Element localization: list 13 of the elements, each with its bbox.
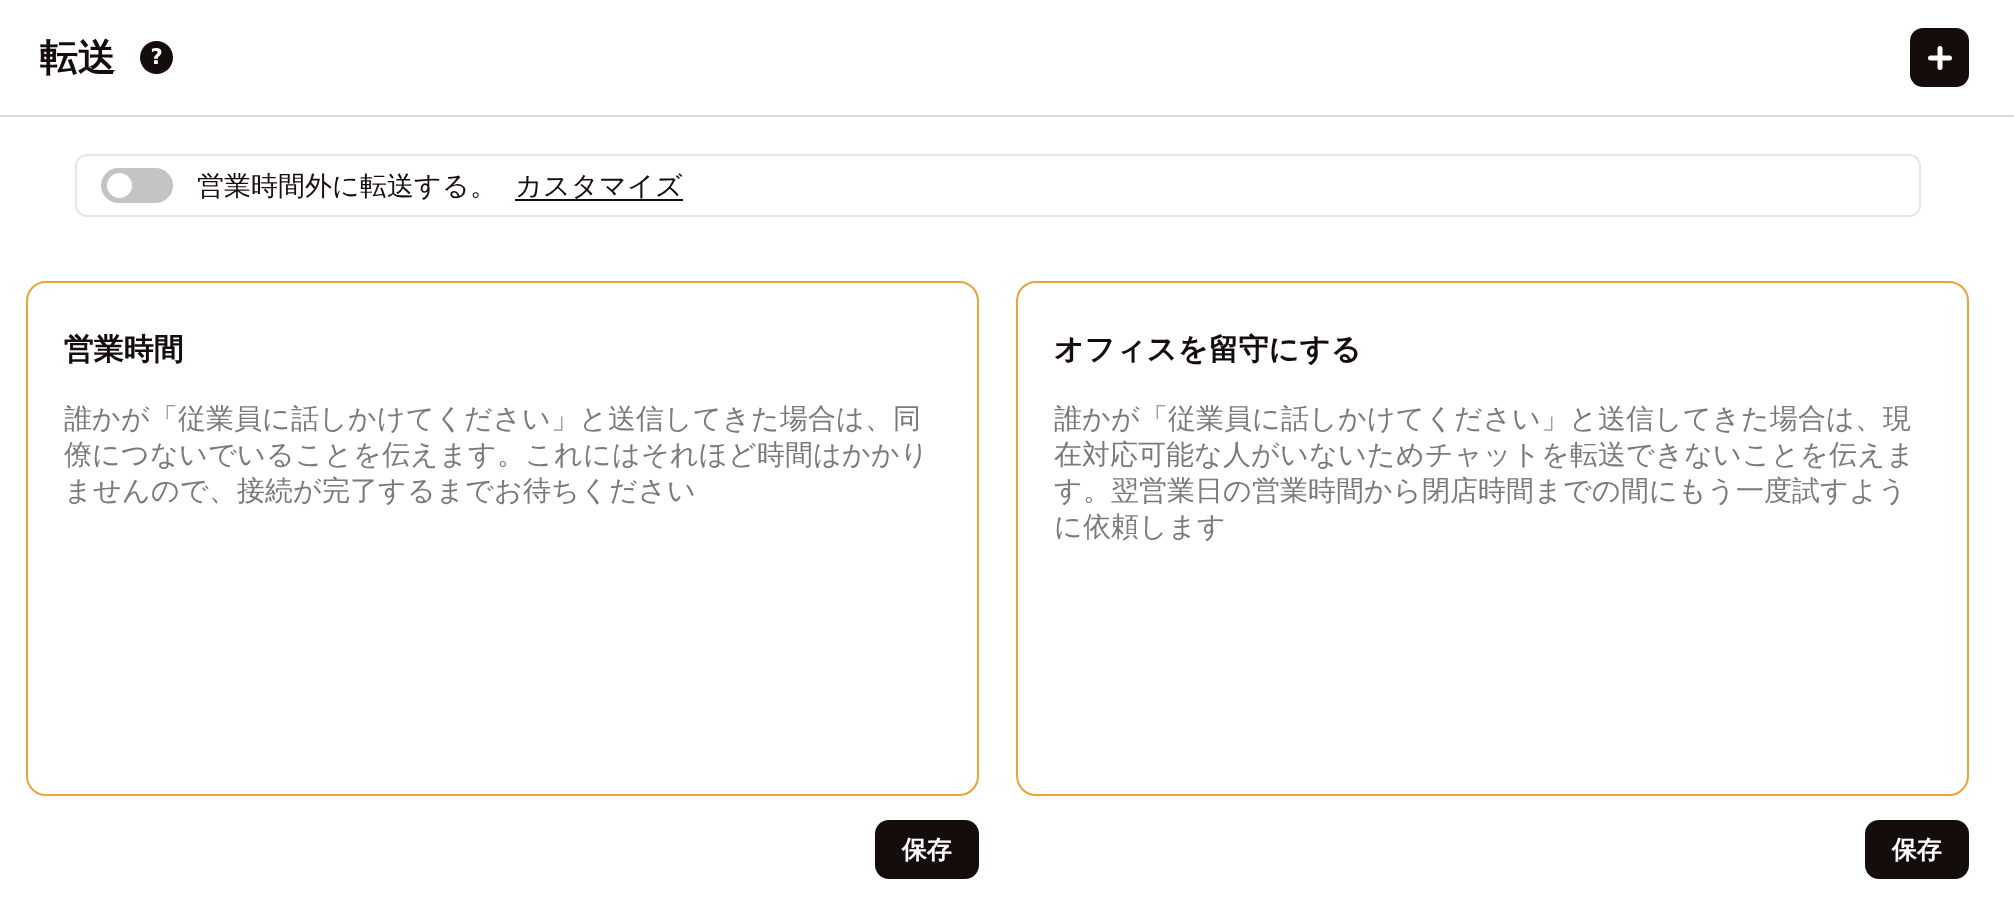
card-title: 営業時間 (64, 331, 185, 367)
toggle-switch[interactable] (101, 168, 173, 203)
customize-link[interactable]: カスタマイズ (515, 165, 683, 206)
save-button[interactable]: 保存 (875, 820, 979, 879)
page-title: 転送 (40, 34, 116, 81)
save-button[interactable]: 保存 (1865, 820, 1969, 879)
message-text: 誰かが「従業員に話しかけてください」と送信してきた場合は、同僚につないでいることを伝えます。これにはそれほど時間はかかりませんので、接続が完了するまでお待ちください (64, 401, 930, 509)
message-text: 誰かが「従業員に話しかけてください」と送信してきた場合は、現在対応可能な人がいないためチャットを転送できないことを伝えます。翌営業日の営業時間から閉店時間までの間にもう一度試すように依頼します (1054, 401, 1916, 545)
help-icon[interactable]: ? (140, 41, 173, 74)
option-label: 営業時間外に転送する。 (197, 168, 497, 203)
plus-icon (1927, 45, 1952, 70)
card-title: オフィスを留守にする (1054, 331, 1363, 367)
add-button[interactable] (1910, 28, 1969, 87)
